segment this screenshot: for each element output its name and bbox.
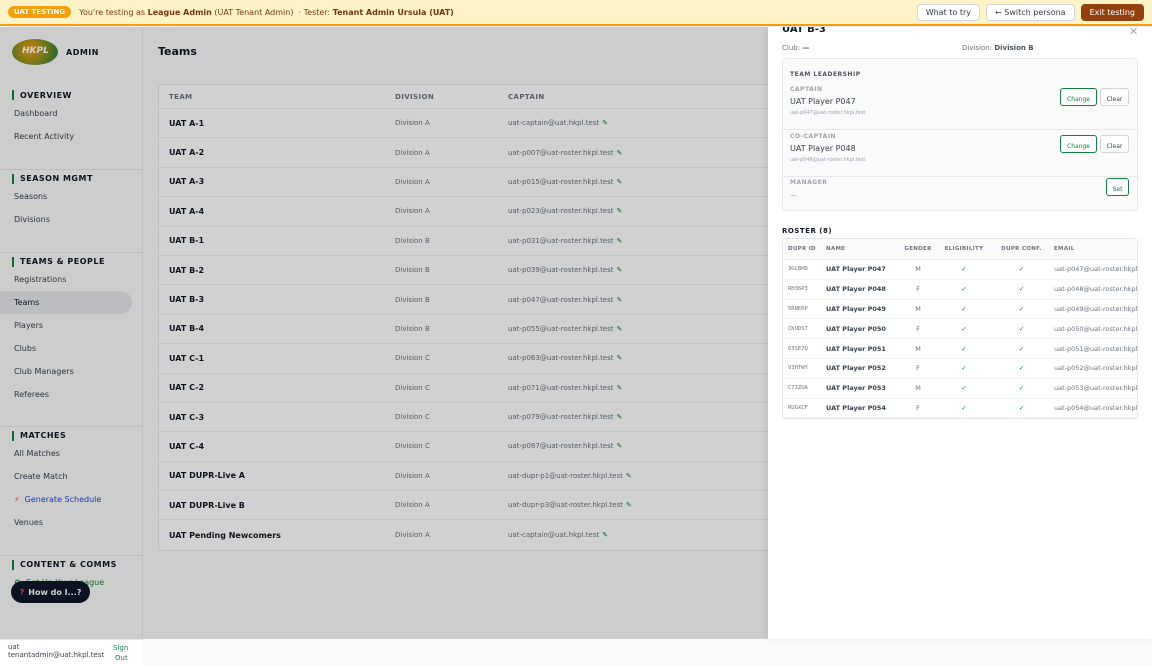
dupr-confirmed-check-icon: ✓ bbox=[1018, 324, 1025, 333]
eligibility-check-icon: ✓ bbox=[961, 364, 967, 373]
captain-name: UAT Player P047 bbox=[790, 97, 856, 106]
tester-name: Tenant Admin Ursula (UAT) bbox=[332, 7, 454, 17]
dupr-id: 5RNERP bbox=[788, 305, 808, 312]
roster-row[interactable]: V3HTWY UAT Player P052 F ✓ ✓ uat-p052@uat-ros… bbox=[783, 359, 1137, 379]
player-email: uat-p047@uat-roster.hkpl.test bbox=[1054, 265, 1137, 274]
player-name: UAT Player P048 bbox=[826, 285, 886, 294]
leadership-heading: TEAM LEADERSHIP bbox=[790, 71, 861, 78]
bottom-strip bbox=[143, 639, 1152, 666]
roster-row[interactable]: 3GLBHD UAT Player P047 M ✓ ✓ uat-p047@uat-ros… bbox=[783, 260, 1137, 280]
player-name: UAT Player P050 bbox=[826, 324, 886, 333]
roster-row[interactable]: RUGXCF UAT Player P054 F ✓ ✓ uat-p054@uat-ros… bbox=[783, 399, 1137, 419]
roster-row[interactable]: 5RNERP UAT Player P049 M ✓ ✓ uat-p049@uat-ros… bbox=[783, 300, 1137, 320]
roster-row[interactable]: RH36P3 UAT Player P048 F ✓ ✓ uat-p048@uat-ros… bbox=[783, 280, 1137, 300]
clear-captain-button[interactable]: Clear bbox=[1100, 88, 1129, 106]
roster-table: DUPR ID NAME GENDER ELIGIBILITY DUPR CON… bbox=[782, 238, 1138, 420]
clear-co-captain-button[interactable]: Clear bbox=[1100, 135, 1129, 153]
dupr-id: C73ZUA bbox=[788, 385, 808, 392]
player-name: UAT Player P049 bbox=[826, 304, 886, 313]
dupr-id: 63SE7Q bbox=[788, 345, 808, 352]
player-email: uat-p052@uat-roster.hkpl.test bbox=[1054, 364, 1137, 373]
co-captain-slot: CO-CAPTAIN UAT Player P048 uat-p048@uat-… bbox=[783, 132, 1139, 177]
eligibility-check-icon: ✓ bbox=[961, 265, 967, 274]
roster-header: DUPR ID NAME GENDER ELIGIBILITY DUPR CON… bbox=[783, 239, 1137, 260]
uat-banner: UAT TESTING You're testing as League Adm… bbox=[0, 0, 1152, 26]
player-email: uat-p050@uat-roster.hkpl.test bbox=[1054, 324, 1137, 333]
player-name: UAT Player P047 bbox=[826, 265, 886, 274]
exit-testing-button[interactable]: Exit testing bbox=[1080, 3, 1144, 21]
captain-email: uat-p047@uat-roster.hkpl.test bbox=[790, 110, 866, 116]
player-email: uat-p053@uat-roster.hkpl.test bbox=[1054, 384, 1137, 393]
dupr-id: V3HTWY bbox=[788, 365, 808, 372]
dupr-confirmed-check-icon: ✓ bbox=[1018, 403, 1025, 412]
player-name: UAT Player P052 bbox=[826, 364, 886, 373]
team-leadership-panel: TEAM LEADERSHIP CAPTAIN UAT Player P047 … bbox=[782, 58, 1139, 211]
set-manager-button[interactable]: Set bbox=[1106, 178, 1129, 196]
player-gender: F bbox=[916, 364, 920, 373]
dupr-id: RH36P3 bbox=[788, 286, 808, 293]
eligibility-check-icon: ✓ bbox=[961, 344, 967, 353]
manager-slot: MANAGER — Set bbox=[783, 178, 1139, 223]
testing-as-text: You're testing as League Admin (UAT Tena… bbox=[79, 7, 454, 17]
player-email: uat-p054@uat-roster.hkpl.test bbox=[1054, 403, 1137, 412]
user-bar: uat tenantadmin@uat.hkpl.test Sign Out bbox=[0, 639, 143, 666]
modal-backdrop[interactable] bbox=[0, 27, 768, 639]
dupr-confirmed-check-icon: ✓ bbox=[1018, 265, 1025, 274]
change-captain-button[interactable]: Change bbox=[1060, 88, 1097, 106]
roster-row[interactable]: C73ZUA UAT Player P053 M ✓ ✓ uat-p053@uat-ros… bbox=[783, 379, 1137, 399]
player-gender: F bbox=[916, 403, 920, 412]
player-gender: F bbox=[916, 285, 920, 294]
co-captain-email: uat-p048@uat-roster.hkpl.test bbox=[790, 157, 866, 163]
dupr-confirmed-check-icon: ✓ bbox=[1018, 384, 1025, 393]
role-name: League Admin bbox=[147, 7, 212, 17]
change-co-captain-button[interactable]: Change bbox=[1060, 135, 1097, 153]
player-name: UAT Player P051 bbox=[826, 344, 886, 353]
roster-heading: ROSTER (8) bbox=[782, 227, 833, 235]
eligibility-check-icon: ✓ bbox=[961, 285, 967, 294]
dupr-id: CKUDST bbox=[788, 325, 808, 332]
switch-persona-button[interactable]: ← Switch persona bbox=[986, 3, 1075, 21]
player-name: UAT Player P053 bbox=[826, 384, 886, 393]
dupr-id: RUGXCF bbox=[788, 404, 808, 411]
dupr-confirmed-check-icon: ✓ bbox=[1018, 344, 1025, 353]
player-name: UAT Player P054 bbox=[826, 403, 886, 412]
player-gender: M bbox=[915, 344, 921, 353]
eligibility-check-icon: ✓ bbox=[961, 304, 967, 313]
player-gender: M bbox=[915, 384, 921, 393]
player-email: uat-p048@uat-roster.hkpl.test bbox=[1054, 285, 1137, 294]
dupr-confirmed-check-icon: ✓ bbox=[1018, 304, 1025, 313]
player-gender: M bbox=[915, 265, 921, 274]
drawer-title: UAT B-3 bbox=[782, 27, 826, 35]
team-detail-drawer: UAT B-3 ✕ Club: — Division: Division B T… bbox=[768, 27, 1152, 639]
division-meta: Division: Division B bbox=[962, 44, 1034, 52]
eligibility-check-icon: ✓ bbox=[961, 384, 967, 393]
player-gender: M bbox=[915, 304, 921, 313]
player-email: uat-p051@uat-roster.hkpl.test bbox=[1054, 344, 1137, 353]
manager-name: — bbox=[790, 191, 797, 199]
player-email: uat-p049@uat-roster.hkpl.test bbox=[1054, 304, 1137, 313]
player-gender: F bbox=[916, 324, 920, 333]
sign-out-link[interactable]: Sign Out bbox=[113, 643, 128, 663]
eligibility-check-icon: ✓ bbox=[961, 324, 967, 333]
roster-row[interactable]: 63SE7Q UAT Player P051 M ✓ ✓ uat-p051@uat-ros… bbox=[783, 339, 1137, 359]
close-icon[interactable]: ✕ bbox=[1129, 27, 1138, 38]
uat-testing-badge: UAT TESTING bbox=[8, 6, 72, 18]
dupr-confirmed-check-icon: ✓ bbox=[1018, 285, 1025, 294]
captain-slot: CAPTAIN UAT Player P047 uat-p047@uat-ros… bbox=[783, 85, 1139, 130]
what-to-try-button[interactable]: What to try bbox=[916, 3, 980, 21]
dupr-confirmed-check-icon: ✓ bbox=[1018, 364, 1025, 373]
co-captain-name: UAT Player P048 bbox=[790, 144, 856, 153]
eligibility-check-icon: ✓ bbox=[961, 403, 967, 412]
dupr-id: 3GLBHD bbox=[788, 266, 808, 273]
roster-row[interactable]: CKUDST UAT Player P050 F ✓ ✓ uat-p050@uat-ros… bbox=[783, 319, 1137, 340]
club-meta: Club: — bbox=[782, 44, 810, 52]
